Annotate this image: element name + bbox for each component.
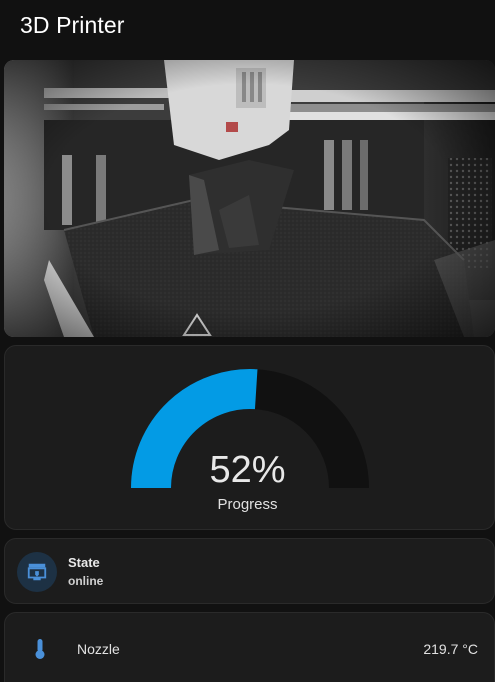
thermometer-icon [35, 639, 45, 659]
page-title: 3D Printer [20, 12, 125, 38]
camera-feed[interactable] [4, 60, 495, 337]
state-card[interactable]: State online [4, 538, 495, 604]
nozzle-label: Nozzle [77, 641, 120, 657]
progress-label: Progress [217, 496, 278, 513]
state-icon-badge [17, 552, 57, 592]
progress-value: 52% [209, 449, 286, 491]
nozzle-card[interactable]: Nozzle 219.7 °C [4, 612, 495, 682]
state-title: State [68, 555, 100, 570]
nozzle-temperature: 219.7 °C [423, 641, 478, 657]
printer-3d-icon [27, 563, 47, 581]
dashboard-page: 3D Printer 52% Progress State online Noz… [0, 0, 495, 682]
camera-image [4, 60, 495, 337]
state-value: online [68, 574, 104, 588]
